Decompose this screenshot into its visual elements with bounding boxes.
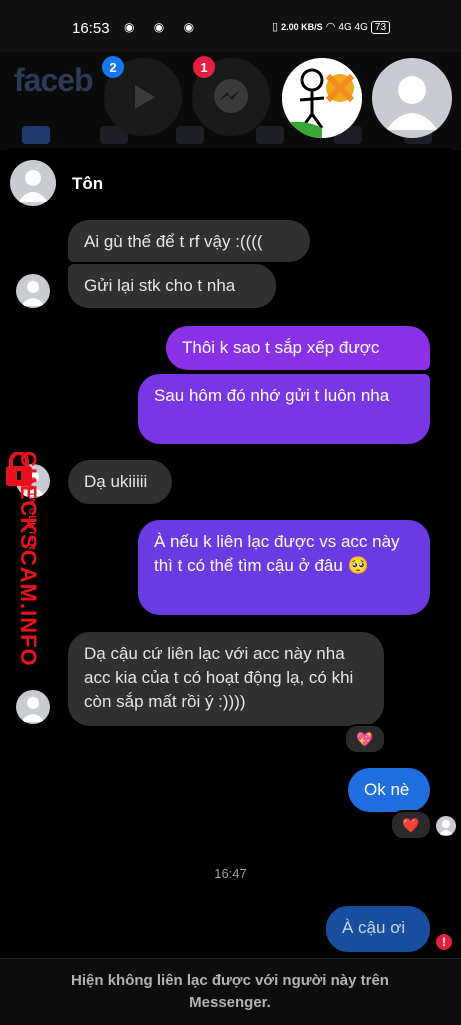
sender-avatar [16,690,50,724]
wifi-icon: ◠ [325,21,336,33]
default-avatar-icon [18,170,48,202]
signal-icon: 4G 4G [338,22,368,33]
video-badge: 2 [102,56,124,78]
default-avatar-icon [21,281,45,306]
message-sent-failed[interactable]: À cậu ơi [326,906,430,952]
unavailable-notice: Hiện không liên lạc được với người này t… [71,972,389,1011]
default-avatar-icon [21,697,45,722]
play-icon [135,85,155,109]
reaction-heart-sparkle[interactable]: 💖 [344,724,386,754]
chat-contact-name[interactable]: Tôn [72,174,103,194]
watermark: CHECKSCAM.INFO DATA CENTER [2,451,58,692]
doodle-avatar-icon [282,58,362,138]
status-bar: 16:53 ◉ ◉ ◉ ▯ 2.00 KB/S ◠ 4G 4G 73 [0,0,461,52]
contact-chat-head[interactable] [282,58,362,138]
vibrate-icon: ▯ [272,21,279,33]
message-sent[interactable]: Ok nè [348,768,430,812]
seen-avatar [436,816,456,836]
reaction-heart[interactable]: ❤️ [390,810,432,840]
message-received[interactable]: Dạ ukiiiii [68,460,172,504]
message-sent[interactable]: Sau hôm đó nhớ gửi t luôn nha [138,374,430,444]
chat-header-avatar[interactable] [10,160,56,206]
chat-timestamp: 16:47 [214,866,247,881]
home-icon [22,126,50,144]
default-avatar-icon [386,76,438,130]
message-received[interactable]: Gửi lại stk cho t nha [68,264,276,308]
facebook-logo: faceb [14,62,94,98]
status-right-icons: ▯ 2.00 KB/S ◠ 4G 4G 73 [272,20,391,34]
notification-icons: ◉ ◉ ◉ [124,20,203,34]
status-time: 16:53 [72,20,110,37]
message-sent[interactable]: À nếu k liên lạc được vs acc này thì t c… [138,520,430,615]
messenger-badge: 1 [193,56,215,78]
battery-level: 73 [374,22,387,33]
marketplace-icon [176,126,204,144]
watermark-sub: DATA CENTER [27,477,37,551]
network-speed: 2.00 KB/S [281,22,323,32]
message-received[interactable]: Ai gù thế để t rf vậy :(((( [68,220,310,262]
profile-chat-head[interactable] [372,58,452,138]
watch-icon [256,126,284,144]
messenger-icon [214,79,248,113]
message-received[interactable]: Dạ cậu cứ liên lạc với acc này nha acc k… [68,632,384,726]
error-icon[interactable]: ! [436,934,452,950]
sender-avatar [16,274,50,308]
default-avatar-icon [439,820,453,835]
message-sent[interactable]: Thôi k sao t sắp xếp được [166,326,430,370]
battery-icon: 73 [370,21,391,34]
